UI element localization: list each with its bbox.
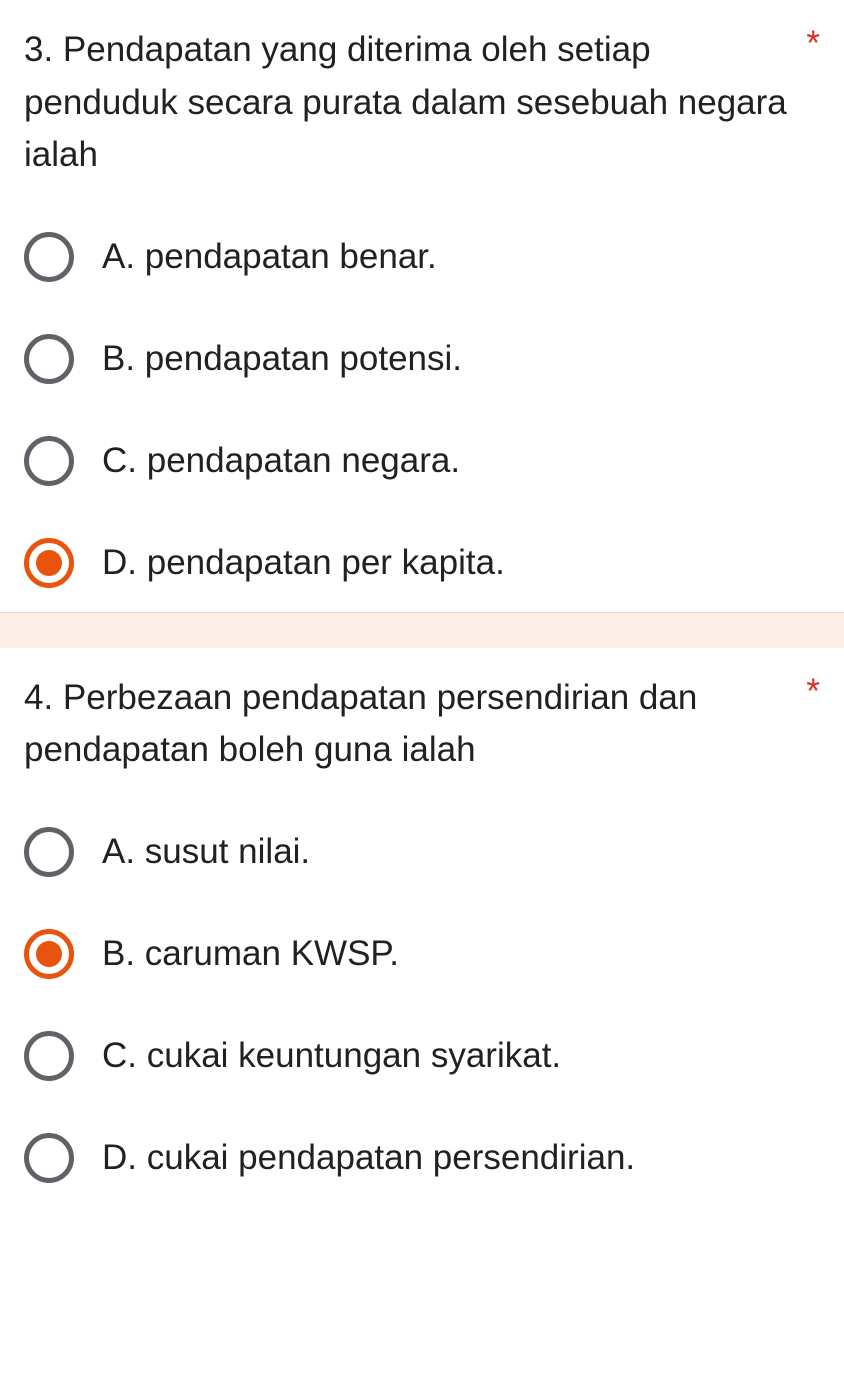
option-d[interactable]: D. cukai pendapatan persendirian. <box>24 1133 820 1183</box>
question-block-4: 4. Perbezaan pendapatan persendirian dan… <box>0 648 844 1207</box>
radio-icon <box>24 1031 74 1081</box>
option-label: C. pendapatan negara. <box>102 441 460 481</box>
option-c[interactable]: C. cukai keuntungan syarikat. <box>24 1031 820 1081</box>
option-a[interactable]: A. pendapatan benar. <box>24 232 820 282</box>
option-label: D. cukai pendapatan persendirian. <box>102 1138 635 1178</box>
question-separator <box>0 612 844 648</box>
radio-icon <box>24 827 74 877</box>
option-label: C. cukai keuntungan syarikat. <box>102 1036 561 1076</box>
question-text: 4. Perbezaan pendapatan persendirian dan… <box>24 672 798 777</box>
option-label: B. caruman KWSP. <box>102 934 399 974</box>
radio-icon <box>24 232 74 282</box>
option-a[interactable]: A. susut nilai. <box>24 827 820 877</box>
options-container: A. pendapatan benar. B. pendapatan poten… <box>24 232 820 588</box>
radio-icon <box>24 334 74 384</box>
radio-icon <box>24 1133 74 1183</box>
option-label: A. pendapatan benar. <box>102 237 437 277</box>
option-d[interactable]: D. pendapatan per kapita. <box>24 538 820 588</box>
option-label: D. pendapatan per kapita. <box>102 543 505 583</box>
question-header: 3. Pendapatan yang diterima oleh setiap … <box>24 24 820 182</box>
option-b[interactable]: B. caruman KWSP. <box>24 929 820 979</box>
radio-icon <box>24 436 74 486</box>
radio-icon <box>24 538 74 588</box>
option-label: A. susut nilai. <box>102 832 310 872</box>
required-indicator: * <box>806 672 820 712</box>
option-b[interactable]: B. pendapatan potensi. <box>24 334 820 384</box>
radio-icon <box>24 929 74 979</box>
required-indicator: * <box>806 24 820 64</box>
question-text: 3. Pendapatan yang diterima oleh setiap … <box>24 24 798 182</box>
options-container: A. susut nilai. B. caruman KWSP. C. cuka… <box>24 827 820 1183</box>
option-label: B. pendapatan potensi. <box>102 339 462 379</box>
question-header: 4. Perbezaan pendapatan persendirian dan… <box>24 672 820 777</box>
question-block-3: 3. Pendapatan yang diterima oleh setiap … <box>0 0 844 612</box>
option-c[interactable]: C. pendapatan negara. <box>24 436 820 486</box>
